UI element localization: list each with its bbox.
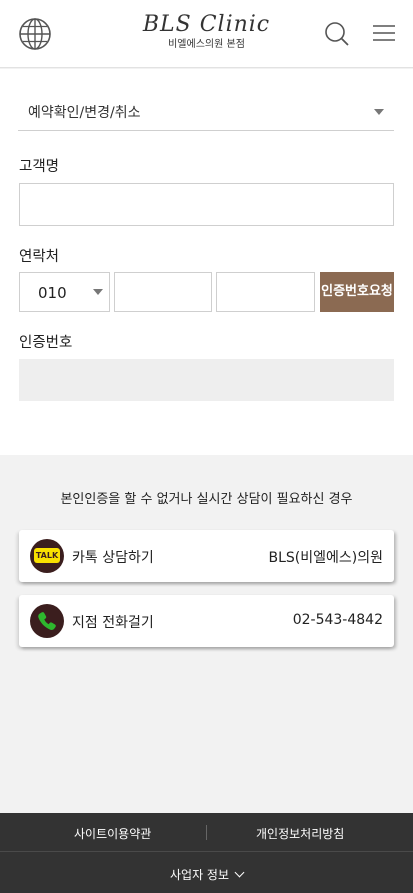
- chevron-down-icon: [374, 109, 384, 115]
- privacy-link[interactable]: 개인정보처리방침: [256, 825, 344, 842]
- kakao-channel-name: BLS(비엘에스)의원: [268, 550, 384, 566]
- service-select[interactable]: 예약확인/변경/취소: [18, 93, 394, 131]
- code-label: 인증번호: [19, 335, 73, 351]
- menu-icon[interactable]: [372, 23, 396, 43]
- business-info-toggle[interactable]: 사업자 정보: [0, 866, 413, 883]
- phone-label: 연락처: [19, 249, 60, 265]
- request-code-button[interactable]: 인증번호요청: [320, 272, 394, 312]
- chevron-down-icon: [234, 867, 245, 878]
- name-label: 고객명: [19, 159, 60, 175]
- code-input[interactable]: [19, 359, 394, 401]
- phone-icon: [30, 604, 64, 638]
- call-branch-label: 지점 전화걸기: [72, 615, 154, 631]
- help-notice: 본인인증을 할 수 없거나 실시간 상담이 필요하신 경우: [60, 492, 353, 507]
- reservation-form: 예약확인/변경/취소 고객명 연락처 010 인증번호요청 인증번호: [0, 69, 413, 455]
- kakao-consult-button[interactable]: TALK 카톡 상담하기 BLS(비엘에스)의원: [19, 530, 394, 582]
- kakao-talk-badge: TALK: [34, 548, 60, 563]
- service-select-value: 예약확인/변경/취소: [28, 105, 141, 121]
- chevron-down-icon: [93, 289, 103, 295]
- footer: 사이트이용약관 개인정보처리방침 사업자 정보: [0, 813, 413, 893]
- search-icon[interactable]: [324, 21, 350, 47]
- phone-middle-input[interactable]: [114, 272, 212, 312]
- kakao-consult-label: 카톡 상담하기: [72, 550, 154, 566]
- logo-title: BLS Clinic: [142, 12, 271, 37]
- business-info-label: 사업자 정보: [169, 868, 229, 882]
- footer-links: 사이트이용약관 개인정보처리방침: [0, 813, 413, 852]
- logo[interactable]: BLS Clinic 비엘에스의원 본점: [0, 12, 413, 52]
- header: BLS Clinic 비엘에스의원 본점: [0, 0, 413, 68]
- branch-phone-number: 02-543-4842: [292, 612, 383, 628]
- kakao-talk-icon: TALK: [30, 539, 64, 573]
- call-branch-button[interactable]: 지점 전화걸기 02-543-4842: [19, 595, 394, 647]
- phone-prefix-value: 010: [38, 284, 67, 302]
- phone-prefix-select[interactable]: 010: [19, 272, 110, 312]
- phone-last-input[interactable]: [216, 272, 315, 312]
- footer-divider: [206, 825, 207, 840]
- terms-link[interactable]: 사이트이용약관: [74, 825, 151, 842]
- name-input[interactable]: [19, 183, 394, 226]
- logo-subtitle: 비엘에스의원 본점: [168, 39, 245, 50]
